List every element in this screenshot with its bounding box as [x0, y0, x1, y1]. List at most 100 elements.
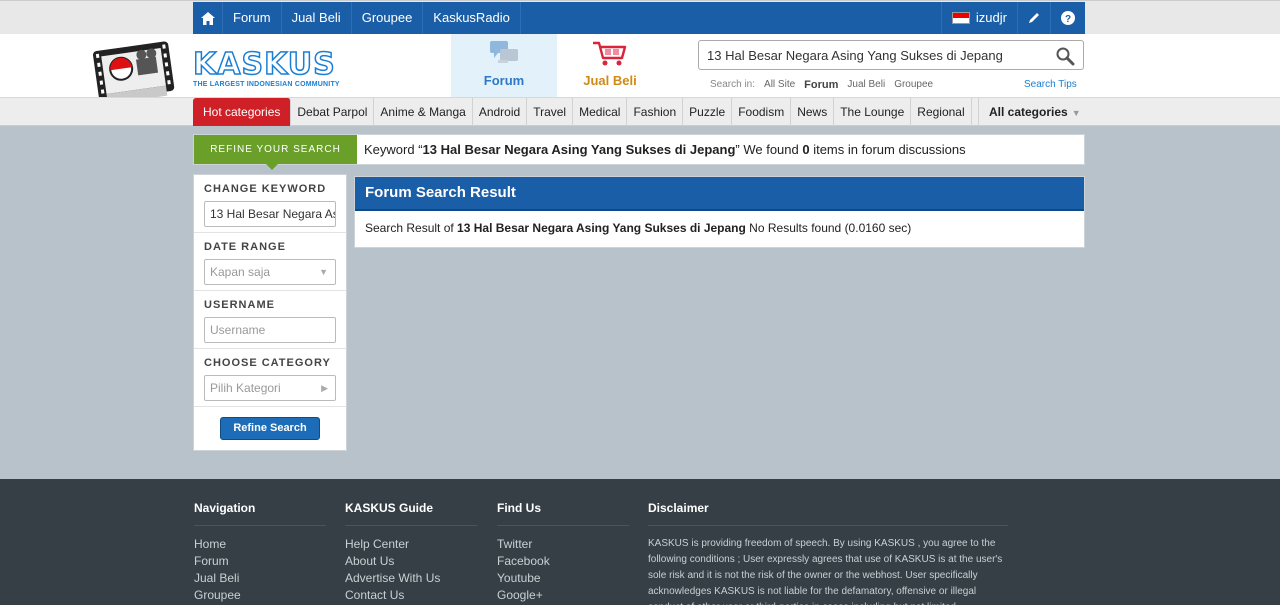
all-categories-dropdown[interactable]: All categories ▼ [978, 98, 1085, 126]
date-range-value: Kapan saja [210, 265, 271, 279]
footer: Navigation Home Forum Jual Beli Groupee … [0, 479, 1280, 605]
top-nav-kaskusradio[interactable]: KaskusRadio [423, 2, 521, 34]
home-icon[interactable] [193, 2, 223, 34]
result-keyword: 13 Hal Besar Negara Asing Yang Sukses di… [457, 221, 746, 235]
refine-message: Keyword “13 Hal Besar Negara Asing Yang … [364, 135, 966, 164]
top-nav-groupee[interactable]: Groupee [352, 2, 424, 34]
footer-guide-title: KASKUS Guide [345, 501, 477, 526]
refine-msg-mid: ” We found [735, 142, 803, 157]
username-heading: USERNAME [204, 299, 275, 311]
category-hot[interactable]: Hot categories [193, 98, 292, 126]
top-nav-right: izudjr ? [940, 2, 1085, 34]
footer-link[interactable]: Jual Beli [194, 570, 326, 587]
footer-link[interactable]: About Us [345, 553, 477, 570]
category-value: Pilih Kategori [210, 381, 281, 395]
refine-keyword: 13 Hal Besar Negara Asing Yang Sukses di… [422, 142, 736, 157]
footer-guide: KASKUS Guide Help Center About Us Advert… [345, 479, 477, 604]
tab-jual-beli[interactable]: Jual Beli [557, 34, 663, 97]
category-item[interactable]: Travel [527, 98, 574, 126]
search-icon[interactable] [1055, 46, 1075, 66]
category-item[interactable]: News [791, 98, 835, 126]
date-range-select[interactable]: Kapan saja ▼ [204, 259, 336, 285]
search-result-panel: Forum Search Result Search Result of 13 … [354, 176, 1085, 248]
search-scope-jual-beli[interactable]: Jual Beli [847, 79, 885, 91]
result-prefix: Search Result of [365, 221, 458, 235]
footer-link[interactable]: Home [194, 536, 326, 553]
footer-find-us: Find Us Twitter Facebook Youtube Google+ [497, 479, 629, 604]
refine-count: 0 [802, 142, 810, 157]
footer-link[interactable]: Twitter [497, 536, 629, 553]
all-categories-label: All categories [989, 105, 1068, 119]
category-item[interactable]: Medical [573, 98, 628, 126]
date-heading: DATE RANGE [204, 241, 286, 253]
category-item[interactable]: Debat Parpol [291, 98, 375, 126]
refine-bar: REFINE YOUR SEARCH Keyword “13 Hal Besar… [193, 134, 1085, 170]
footer-link[interactable]: Advertise With Us [345, 570, 477, 587]
kaskus-logo[interactable]: KASKUS THE LARGEST INDONESIAN COMMUNITY [192, 47, 368, 92]
footer-link[interactable]: Facebook [497, 553, 629, 570]
top-nav-jual-beli[interactable]: Jual Beli [282, 2, 352, 34]
top-nav: Forum Jual Beli Groupee KaskusRadio izud… [193, 2, 1085, 34]
search-in-label: Search in: [710, 79, 756, 90]
footer-navigation: Navigation Home Forum Jual Beli Groupee [194, 479, 326, 604]
refine-msg-prefix: Keyword “ [364, 142, 423, 157]
tab-forum[interactable]: Forum [451, 34, 557, 97]
keyword-input[interactable]: 13 Hal Besar Negara Asing [204, 201, 336, 227]
shopping-cart-icon [590, 38, 630, 70]
refine-search-button[interactable]: Refine Search [220, 417, 320, 440]
kaskus-wordmark: KASKUS [192, 47, 336, 82]
username-input[interactable]: Username [204, 317, 336, 343]
footer-link[interactable]: Forum [194, 553, 326, 570]
user-menu[interactable]: izudjr [940, 2, 1017, 34]
logo-tagline: THE LARGEST INDONESIAN COMMUNITY [193, 81, 340, 88]
forum-icon [484, 38, 524, 70]
footer-link[interactable]: Groupee [194, 587, 326, 604]
chevron-down-icon: ▼ [319, 267, 328, 277]
refine-sidebar: CHANGE KEYWORD 13 Hal Besar Negara Asing… [193, 174, 347, 451]
category-item[interactable]: Foodism [732, 98, 792, 126]
search-scope-groupee[interactable]: Groupee [894, 79, 933, 91]
search-input[interactable] [699, 41, 1039, 69]
disclaimer-text: KASKUS is providing freedom of speech. B… [648, 538, 1003, 605]
search-scope-forum[interactable]: Forum [804, 79, 838, 91]
footer-link[interactable]: Google+ [497, 587, 629, 604]
date-section: DATE RANGE Kapan saja ▼ [194, 233, 346, 291]
header: KASKUS THE LARGEST INDONESIAN COMMUNITY … [0, 34, 1280, 104]
search-scope: Search in: All Site Forum Jual Beli Grou… [710, 79, 933, 91]
category-list: Hot categories Debat Parpol Anime & Mang… [193, 98, 972, 126]
footer-link[interactable]: Contact Us [345, 587, 477, 604]
chevron-right-icon: ▶ [321, 383, 328, 393]
category-item[interactable]: Puzzle [683, 98, 733, 126]
footer-nav-title: Navigation [194, 501, 326, 526]
category-item[interactable]: The Lounge [834, 98, 912, 126]
edit-icon[interactable] [1017, 2, 1050, 34]
category-item[interactable]: Anime & Manga [374, 98, 473, 126]
footer-link[interactable]: Youtube [497, 570, 629, 587]
top-bar: Forum Jual Beli Groupee KaskusRadio izud… [0, 0, 1280, 34]
footer-link[interactable]: Help Center [345, 536, 477, 553]
top-nav-left: Forum Jual Beli Groupee KaskusRadio [193, 2, 521, 34]
username-section: USERNAME Username [194, 291, 346, 349]
category-section: CHOOSE CATEGORY Pilih Kategori ▶ [194, 349, 346, 407]
result-title: Forum Search Result [355, 177, 1084, 211]
result-suffix: No Results found (0.0160 sec) [745, 221, 912, 235]
category-item[interactable]: Regional [911, 98, 972, 126]
footer-disclaimer: Disclaimer KASKUS is providing freedom o… [648, 479, 1010, 605]
refine-tag: REFINE YOUR SEARCH [194, 135, 357, 170]
category-bar: Hot categories Debat Parpol Anime & Mang… [0, 97, 1280, 126]
keyword-heading: CHANGE KEYWORD [204, 183, 327, 195]
category-item[interactable]: Android [473, 98, 528, 126]
search-scope-all-site[interactable]: All Site [764, 79, 795, 91]
help-icon[interactable]: ? [1050, 2, 1085, 34]
result-message: Search Result of 13 Hal Besar Negara Asi… [355, 211, 1084, 245]
category-select[interactable]: Pilih Kategori ▶ [204, 375, 336, 401]
top-nav-forum[interactable]: Forum [223, 2, 282, 34]
username: izudjr [975, 10, 1007, 25]
footer-find-title: Find Us [497, 501, 629, 526]
search-tips-link[interactable]: Search Tips [1024, 79, 1077, 90]
tab-jual-beli-label: Jual Beli [583, 73, 637, 88]
category-heading: CHOOSE CATEGORY [204, 357, 331, 369]
svg-text:?: ? [1065, 14, 1071, 25]
category-item[interactable]: Fashion [627, 98, 684, 126]
search-box [698, 40, 1084, 70]
